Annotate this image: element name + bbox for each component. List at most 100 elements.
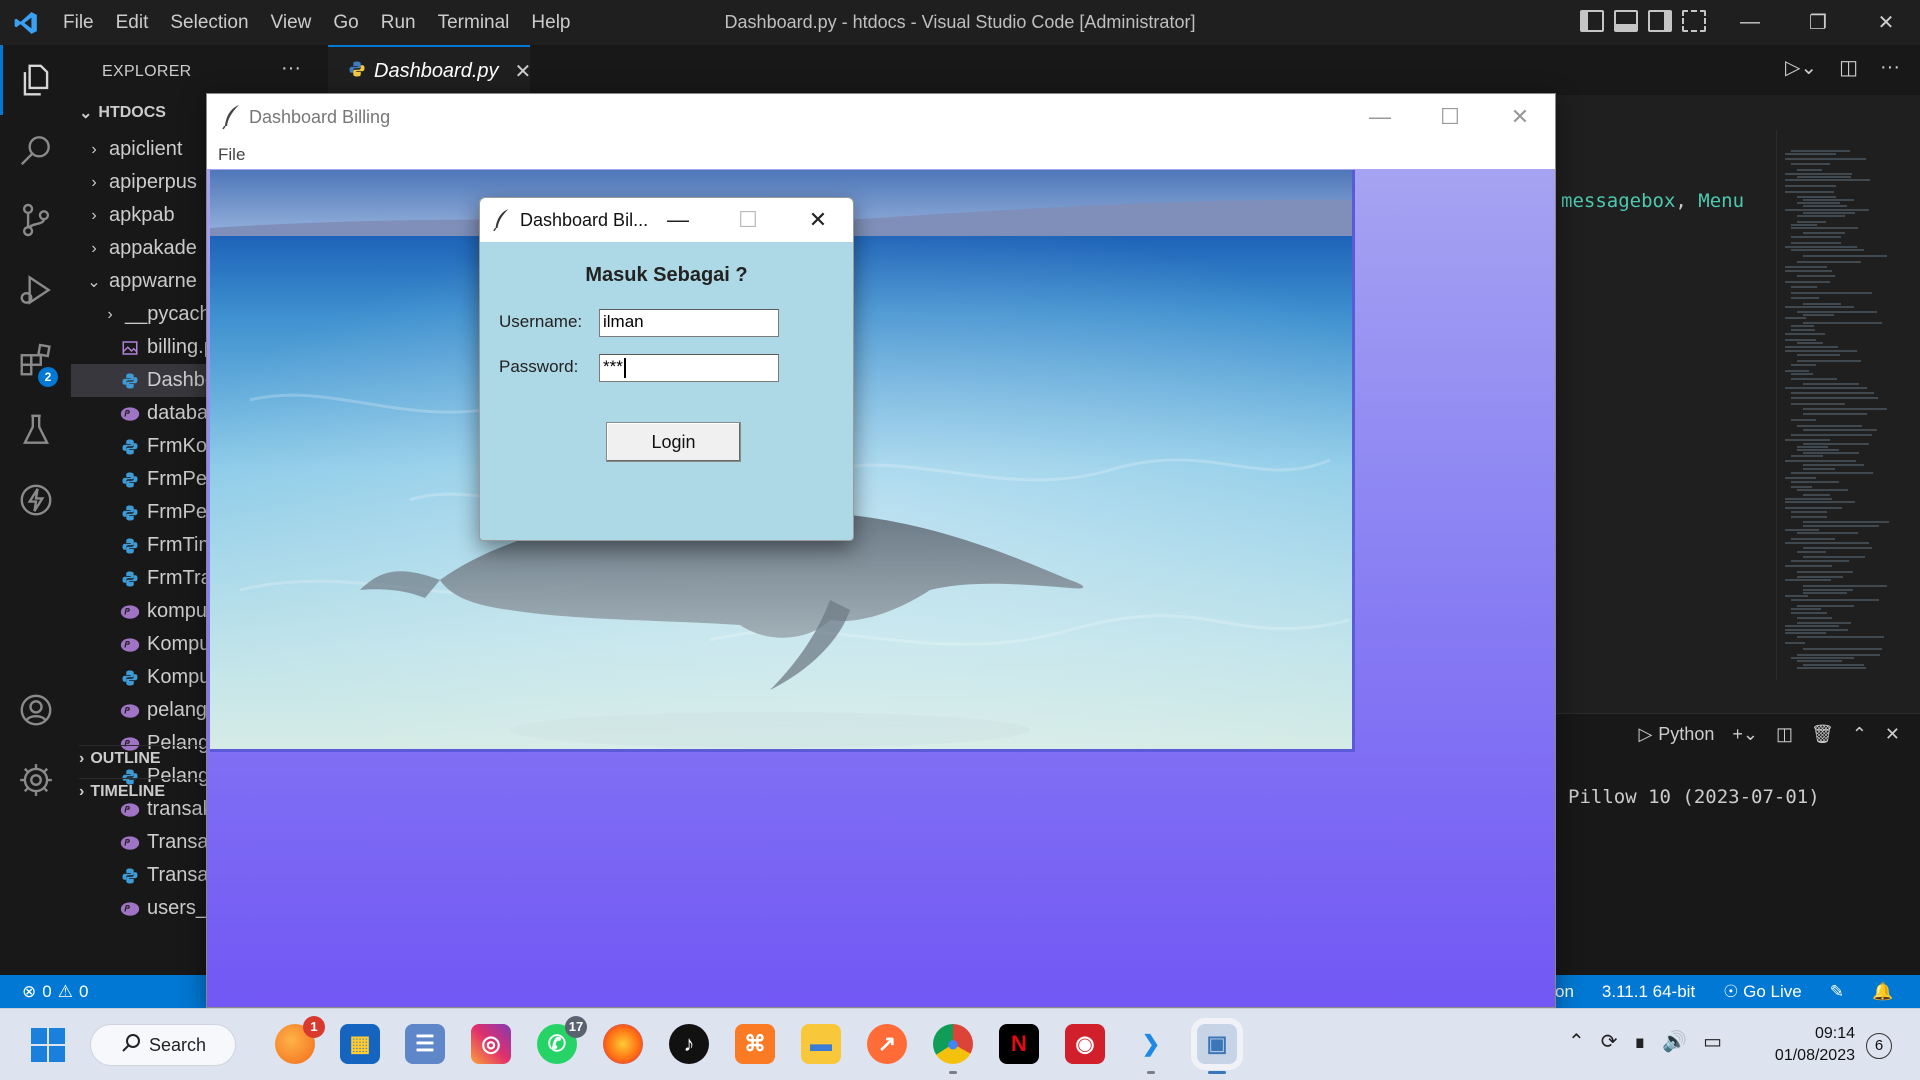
python-tk-taskbar-icon[interactable]: ▣: [1191, 1018, 1243, 1074]
panel-actions: ▷ Python +⌄ ◫ 🗑 ⌃ ✕: [1638, 724, 1900, 745]
go-live-button[interactable]: ☉ Go Live: [1723, 982, 1802, 1002]
split-terminal-icon[interactable]: ◫: [1776, 724, 1793, 745]
python-interpreter-status[interactable]: 3.11.1 64-bit: [1602, 982, 1695, 1002]
terminal-shell-label[interactable]: Python: [1658, 724, 1714, 745]
customize-layout-icon[interactable]: [1682, 10, 1706, 32]
menu-file[interactable]: File: [52, 12, 105, 34]
menubar: File Edit Selection View Go Run Terminal…: [52, 0, 582, 45]
close-tab-icon[interactable]: ✕: [515, 59, 532, 84]
language-mode-status[interactable]: on: [1555, 982, 1574, 1002]
minimap-line: [1785, 333, 1825, 335]
notification-count-badge[interactable]: 6: [1866, 1033, 1892, 1059]
menu-go[interactable]: Go: [322, 12, 369, 34]
screen-recorder-taskbar-icon[interactable]: ◉: [1065, 1024, 1105, 1064]
login-heading: Masuk Sebagai ?: [585, 264, 748, 286]
code-line-fragment[interactable]: messagebox, Menu: [1561, 190, 1744, 212]
chevron-right-icon: ›: [91, 239, 97, 257]
menu-run[interactable]: Run: [370, 12, 427, 34]
windows-start-icon[interactable]: [30, 1027, 66, 1063]
netflix-taskbar-icon[interactable]: N: [999, 1024, 1039, 1064]
toggle-primary-sidebar-icon[interactable]: [1580, 10, 1604, 32]
explorer-icon[interactable]: [0, 45, 71, 115]
source-control-icon[interactable]: [0, 185, 71, 255]
taskbar-search-box[interactable]: Search: [90, 1024, 236, 1066]
minimap-line: [1791, 419, 1816, 421]
testing-icon[interactable]: [0, 395, 71, 465]
password-label: Password:: [499, 357, 579, 376]
feedback-icon[interactable]: ✎: [1830, 982, 1844, 1002]
tab-dashboard-py[interactable]: Dashboard.py ✕: [328, 45, 532, 95]
problems-status[interactable]: ⊗ 0 ⚠ 0: [22, 982, 88, 1002]
postman-taskbar-icon[interactable]: ↗: [867, 1024, 907, 1064]
dashboard-menu-file[interactable]: File: [218, 145, 245, 165]
editor-actions: ▷⌄ ◫ ···: [1785, 55, 1920, 80]
run-debug-icon[interactable]: [0, 255, 71, 325]
file-explorer-taskbar-icon[interactable]: ▬: [801, 1024, 841, 1064]
instagram-taskbar-icon[interactable]: ◎: [471, 1024, 511, 1064]
taskbar-clock[interactable]: 09:14 01/08/2023: [1760, 1023, 1855, 1067]
restore-button[interactable]: ❐: [1784, 0, 1852, 45]
split-editor-icon[interactable]: ◫: [1839, 55, 1858, 80]
explorer-more-actions[interactable]: ···: [281, 57, 301, 80]
tk-minimize-button[interactable]: —: [1345, 94, 1415, 139]
sync-icon[interactable]: ⟳: [1601, 1029, 1618, 1054]
close-panel-icon[interactable]: ✕: [1885, 724, 1900, 745]
menu-view[interactable]: View: [260, 12, 323, 34]
menu-selection[interactable]: Selection: [159, 12, 259, 34]
minimap-line: [1797, 551, 1826, 553]
minimap-line: [1785, 629, 1848, 631]
microsoft-store-taskbar-icon[interactable]: ▦: [340, 1024, 380, 1064]
minimap-line: [1791, 486, 1812, 488]
battery-icon[interactable]: ▭: [1703, 1029, 1722, 1054]
close-window-button[interactable]: ✕: [1852, 0, 1920, 45]
menu-edit[interactable]: Edit: [105, 12, 160, 34]
volume-icon[interactable]: 🔊: [1662, 1029, 1687, 1054]
terminal-output-line: Pillow 10 (2023-07-01): [1568, 786, 1820, 808]
toggle-secondary-sidebar-icon[interactable]: [1648, 10, 1672, 32]
search-icon[interactable]: [0, 115, 71, 185]
notifications-bell-icon[interactable]: 🔔: [1872, 982, 1893, 1002]
new-terminal-icon[interactable]: +⌄: [1732, 724, 1758, 745]
firefox-taskbar-icon[interactable]: [603, 1024, 643, 1064]
maximize-panel-icon[interactable]: ⌃: [1852, 724, 1867, 745]
login-titlebar[interactable]: Dashboard Bil... — ☐ ✕: [480, 198, 853, 242]
tk-close-button[interactable]: ✕: [1485, 94, 1555, 139]
broadcast-icon: ☉: [1723, 982, 1744, 1001]
manage-gear-icon[interactable]: [0, 745, 71, 815]
minimap-line: [1791, 481, 1839, 483]
menu-help[interactable]: Help: [520, 12, 581, 34]
chevron-up-icon[interactable]: ⌃: [1568, 1029, 1585, 1054]
more-actions-icon[interactable]: ···: [1880, 56, 1900, 79]
thunder-client-icon[interactable]: [0, 465, 71, 535]
toggle-panel-icon[interactable]: [1614, 10, 1638, 32]
minimap[interactable]: [1776, 130, 1920, 680]
login-button[interactable]: Login: [606, 422, 741, 462]
workspace-root-header[interactable]: ⌄ HTDOCS: [79, 103, 166, 123]
tiktok-taskbar-icon[interactable]: ♪: [669, 1024, 709, 1064]
php-file-icon: [119, 799, 141, 821]
login-minimize-button[interactable]: —: [643, 198, 713, 242]
dashboard-background: [207, 169, 1555, 1007]
tk-maximize-button[interactable]: ☐: [1415, 94, 1485, 139]
run-python-file-icon[interactable]: ▷⌄: [1785, 55, 1817, 80]
minimap-line: [1785, 179, 1870, 181]
password-input[interactable]: ***: [599, 354, 779, 382]
python-file-icon: [119, 370, 141, 392]
trash-icon[interactable]: 🗑: [1811, 724, 1834, 745]
dashboard-titlebar[interactable]: Dashboard Billing — ☐ ✕: [207, 94, 1555, 139]
vscode-taskbar-icon[interactable]: ❯: [1131, 1024, 1171, 1074]
orange-app-taskbar-icon[interactable]: 1: [275, 1016, 325, 1064]
minimize-button[interactable]: —: [1716, 0, 1784, 45]
tab-label: Dashboard.py: [374, 59, 499, 82]
wifi-icon[interactable]: ∎: [1634, 1029, 1647, 1054]
chrome-taskbar-icon[interactable]: ●: [933, 1024, 973, 1074]
extensions-icon[interactable]: 2: [0, 325, 71, 395]
whatsapp-taskbar-icon[interactable]: ✆ 17: [537, 1016, 587, 1064]
login-close-button[interactable]: ✕: [783, 198, 853, 242]
minimap-line: [1797, 196, 1836, 198]
menu-terminal[interactable]: Terminal: [427, 12, 521, 34]
xampp-taskbar-icon[interactable]: ⌘: [735, 1024, 775, 1064]
accounts-icon[interactable]: [0, 675, 71, 745]
network-app-taskbar-icon[interactable]: ☰: [405, 1024, 445, 1064]
username-input[interactable]: ilman: [599, 309, 779, 337]
